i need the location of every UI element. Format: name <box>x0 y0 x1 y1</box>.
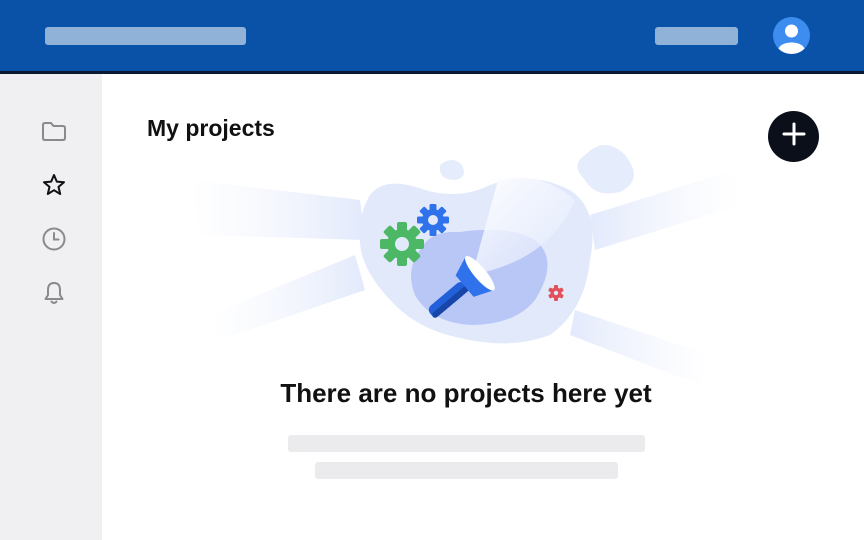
bell-icon <box>41 280 67 311</box>
user-avatar-icon[interactable] <box>773 17 810 54</box>
sidebar-item-notifications[interactable] <box>37 278 71 312</box>
header-link-placeholder[interactable] <box>655 27 738 45</box>
sidebar-item-recent[interactable] <box>37 224 71 258</box>
empty-state-illustration <box>190 140 750 390</box>
clock-icon <box>41 226 67 257</box>
top-header <box>0 0 864 74</box>
add-project-button[interactable] <box>768 111 819 162</box>
header-title-placeholder <box>45 27 246 45</box>
sidebar-item-folder[interactable] <box>37 116 71 150</box>
empty-state-description-placeholder <box>315 462 618 479</box>
sidebar <box>0 74 102 540</box>
empty-state-heading: There are no projects here yet <box>280 378 652 408</box>
page-title: My projects <box>147 115 275 141</box>
empty-state-description-placeholder <box>288 435 645 452</box>
folder-icon <box>41 120 67 147</box>
plus-icon <box>781 121 807 152</box>
sidebar-item-starred[interactable] <box>37 170 71 204</box>
star-icon <box>41 172 67 203</box>
